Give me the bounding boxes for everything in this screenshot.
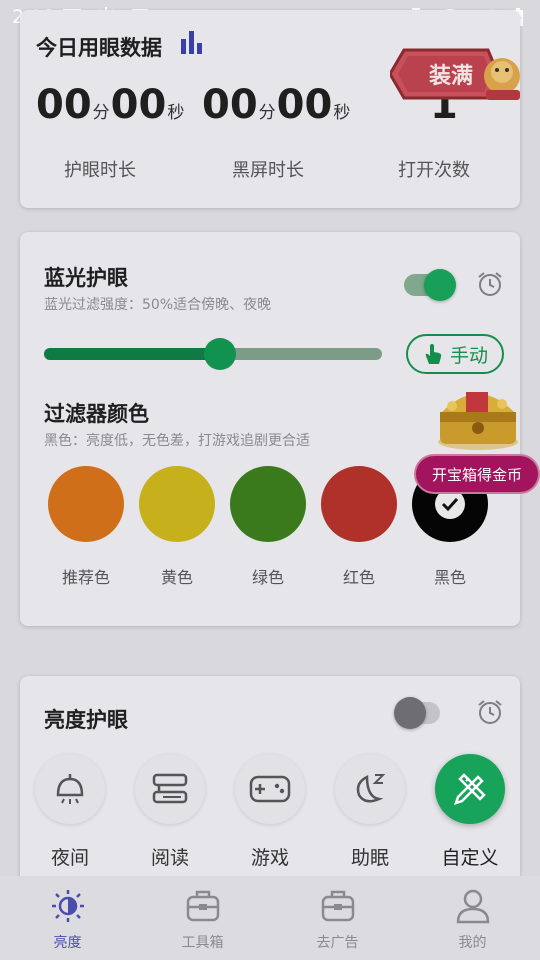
- hand-pointer-icon: [425, 344, 442, 364]
- slider-fill: [44, 348, 220, 360]
- eye-protect-duration-label: 护眼时长: [64, 160, 136, 181]
- filter-color-subtitle: 黑色：亮度低，无色差，打游戏追剧更合适: [44, 433, 310, 449]
- color-swatch-red[interactable]: [321, 466, 397, 542]
- color-label-green: 绿色: [251, 568, 284, 587]
- mode-reading-label: 阅读: [150, 847, 189, 869]
- color-label-black: 黑色: [433, 568, 466, 587]
- bottom-navigation: 亮度 工具箱 去广告 我的: [0, 876, 540, 960]
- black-screen-duration-label: 黑屏时长: [232, 160, 304, 181]
- black-screen-duration: 00分00秒: [202, 82, 351, 128]
- alarm-clock-icon[interactable]: [476, 270, 504, 298]
- slider-thumb[interactable]: [204, 338, 236, 370]
- pencil-ruler-icon: [454, 773, 486, 805]
- mode-sleep-button[interactable]: [335, 754, 405, 824]
- nav-label-me: 我的: [458, 935, 487, 951]
- manual-button[interactable]: 手动: [406, 334, 504, 374]
- brightness-title: 亮度护眼: [44, 708, 128, 732]
- check-icon: [435, 489, 465, 519]
- nav-label-remove-ads: 去广告: [316, 935, 359, 951]
- blue-light-toggle[interactable]: [404, 269, 456, 301]
- mode-game-label: 游戏: [250, 847, 289, 869]
- mode-night-label: 夜间: [50, 847, 89, 869]
- eye-usage-title: 今日用眼数据: [36, 36, 162, 60]
- open-treasure-button[interactable]: 开宝箱得金币: [416, 456, 538, 492]
- gamepad-icon: [249, 775, 291, 803]
- brightness-toggle[interactable]: [394, 697, 440, 729]
- open-count-label: 打开次数: [398, 160, 470, 181]
- mode-custom-label: 自定义: [441, 847, 499, 869]
- blue-light-title: 蓝光护眼: [44, 266, 128, 290]
- alarm-clock-icon[interactable]: [476, 698, 504, 726]
- color-label-recommended: 推荐色: [61, 568, 110, 587]
- nav-item-remove-ads[interactable]: 去广告: [270, 876, 405, 960]
- night-lamp-icon: [56, 774, 84, 804]
- nav-item-me[interactable]: 我的: [405, 876, 540, 960]
- mode-reading-button[interactable]: [135, 754, 205, 824]
- toolbox-icon: [186, 890, 219, 922]
- color-label-red: 红色: [342, 568, 375, 587]
- brightness-sun-icon: [51, 890, 84, 922]
- full-banner-text: 装满: [428, 64, 473, 89]
- filter-color-title: 过滤器颜色: [44, 402, 149, 426]
- nav-item-brightness[interactable]: 亮度: [0, 876, 135, 960]
- bar-chart-icon: [181, 31, 202, 54]
- book-icon: [152, 773, 188, 804]
- color-swatch-yellow[interactable]: [139, 466, 215, 542]
- person-icon: [456, 889, 489, 924]
- color-swatch-green[interactable]: [230, 466, 306, 542]
- mode-night-button[interactable]: [35, 754, 105, 824]
- nav-label-toolbox: 工具箱: [181, 935, 224, 951]
- moon-sleep-icon: [356, 774, 386, 803]
- blue-light-subtitle: 蓝光过滤强度：50%适合傍晚、夜晚: [44, 297, 272, 313]
- treasure-chest-icon[interactable]: [432, 376, 524, 452]
- color-swatch-recommended[interactable]: [48, 466, 124, 542]
- eye-protect-duration: 00分00秒: [36, 82, 185, 128]
- manual-button-label: 手动: [449, 344, 488, 367]
- nav-label-brightness: 亮度: [53, 935, 82, 951]
- mode-game-button[interactable]: [235, 754, 305, 824]
- eye-usage-card: 今日用眼数据 00分00秒 护眼时长 00分00秒 黑屏时长 1 打开次数: [20, 10, 520, 208]
- toggle-knob: [424, 269, 456, 301]
- mode-sleep-label: 助眠: [350, 847, 389, 869]
- nav-item-toolbox[interactable]: 工具箱: [135, 876, 270, 960]
- toolbox-icon: [321, 890, 354, 922]
- color-label-yellow: 黄色: [160, 568, 193, 587]
- mode-custom-button[interactable]: [435, 754, 505, 824]
- toggle-knob: [394, 697, 426, 729]
